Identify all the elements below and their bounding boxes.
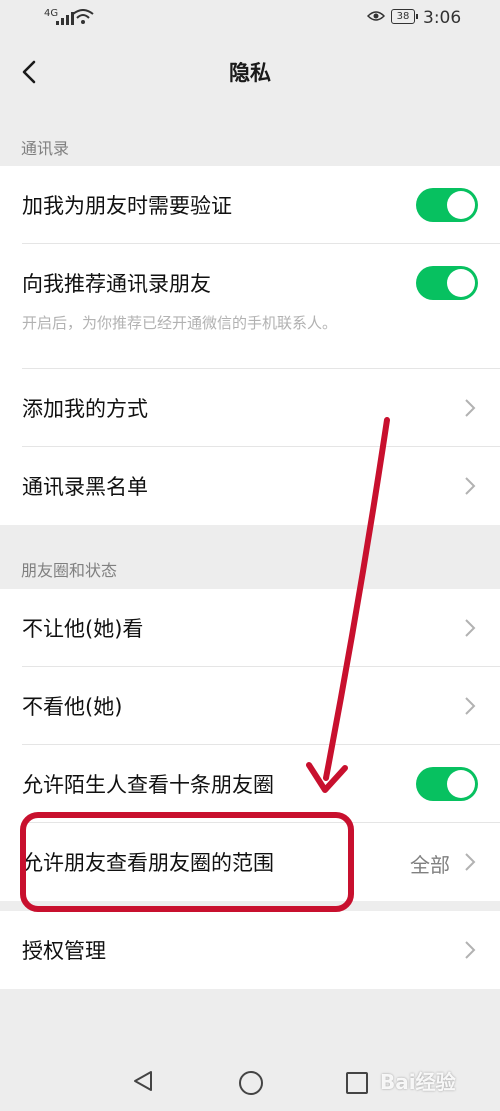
chevron-right-icon — [465, 477, 476, 495]
contacts-group: 加我为朋友时需要验证 向我推荐通讯录朋友 开启后，为你推荐已经开通微信的手机联系… — [0, 166, 500, 525]
row-dont-see[interactable]: 不看他(她) — [0, 667, 500, 745]
toggle-knob — [447, 191, 475, 219]
stranger-toggle[interactable] — [416, 767, 478, 801]
nav-recent-icon[interactable] — [346, 1072, 368, 1094]
verify-toggle[interactable] — [416, 188, 478, 222]
row-hide-from[interactable]: 不让他(她)看 — [0, 589, 500, 667]
row-label: 向我推荐通讯录朋友 — [22, 272, 211, 296]
chevron-right-icon — [465, 619, 476, 637]
eye-icon — [367, 11, 385, 21]
watermark-logo: Bai经验 — [380, 1070, 456, 1094]
annotation-highlight-box — [20, 812, 354, 912]
status-bar: 4G 38 3:06 — [0, 0, 500, 38]
nav-home-icon[interactable] — [239, 1071, 263, 1095]
row-add-me-methods[interactable]: 添加我的方式 — [0, 369, 500, 447]
title-bar: 隐私 — [0, 38, 500, 106]
row-label: 添加我的方式 — [22, 397, 148, 421]
chevron-right-icon — [465, 853, 476, 871]
page-title: 隐私 — [229, 61, 271, 85]
section-label-contacts: 通讯录 — [21, 139, 70, 158]
nav-back-icon[interactable] — [132, 1070, 154, 1092]
battery-icon: 38 — [391, 9, 418, 24]
chevron-right-icon — [465, 941, 476, 959]
row-label: 不看他(她) — [22, 695, 123, 719]
section-label-moments: 朋友圈和状态 — [21, 561, 118, 580]
toggle-knob — [447, 269, 475, 297]
row-label: 加我为朋友时需要验证 — [22, 194, 232, 218]
other-group: 授权管理 — [0, 911, 500, 989]
row-authorization-management[interactable]: 授权管理 — [0, 911, 500, 989]
row-label: 通讯录黑名单 — [22, 475, 148, 499]
wifi-icon — [72, 9, 94, 24]
chevron-right-icon — [465, 697, 476, 715]
row-label: 不让他(她)看 — [22, 617, 144, 641]
clock: 3:06 — [423, 8, 462, 28]
row-verify-friend[interactable]: 加我为朋友时需要验证 — [0, 166, 500, 244]
recommend-toggle[interactable] — [416, 266, 478, 300]
row-recommend-contacts[interactable]: 向我推荐通讯录朋友 开启后，为你推荐已经开通微信的手机联系人。 — [0, 244, 500, 369]
toggle-knob — [447, 770, 475, 798]
range-value: 全部 — [410, 853, 450, 877]
row-label: 允许陌生人查看十条朋友圈 — [22, 773, 274, 797]
recommend-hint: 开启后，为你推荐已经开通微信的手机联系人。 — [22, 314, 338, 332]
chevron-right-icon — [465, 399, 476, 417]
row-contacts-blacklist[interactable]: 通讯录黑名单 — [0, 447, 500, 525]
row-label: 授权管理 — [22, 939, 106, 963]
